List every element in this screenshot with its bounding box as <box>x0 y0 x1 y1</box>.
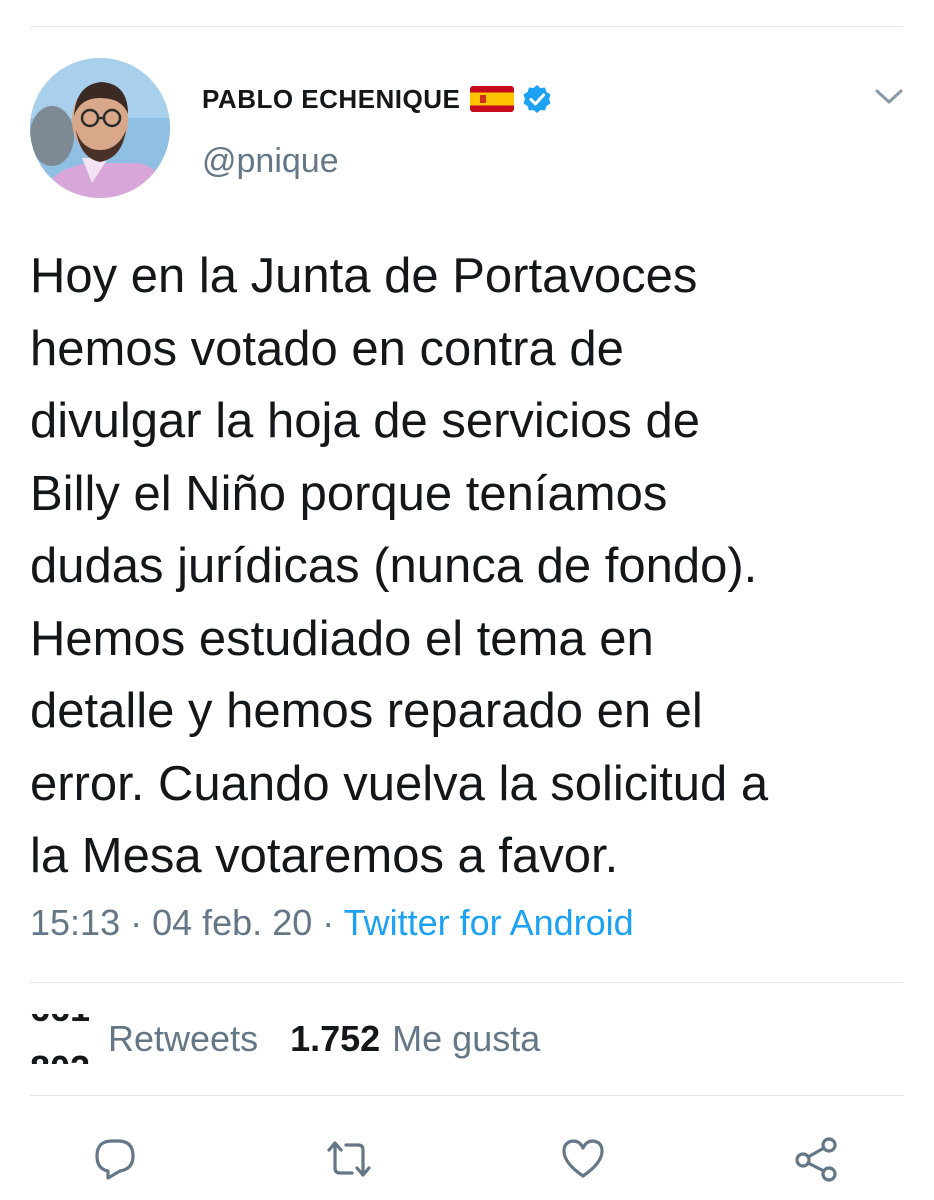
tweet-meta: 15:13 · 04 feb. 20 · Twitter for Android <box>30 902 634 944</box>
retweet-icon[interactable] <box>326 1136 372 1182</box>
tweet-stats: 661 802 Retweets 1.752 Me gusta <box>30 1014 540 1064</box>
meta-separator: · <box>120 902 153 943</box>
author-name-row[interactable]: PABLO ECHENIQUE <box>202 82 552 116</box>
tweet-text: Hoy en la Junta de Portavoces hemos vota… <box>30 249 769 883</box>
tweet-time[interactable]: 15:13 <box>30 902 120 943</box>
retweets-count-next: 802 <box>30 1048 90 1064</box>
stats-bottom-divider <box>30 1095 904 1096</box>
tweet-source-link[interactable]: Twitter for Android <box>344 902 634 943</box>
author-handle[interactable]: @pnique <box>202 142 339 181</box>
likes-count[interactable]: 1.752 <box>290 1018 380 1060</box>
stats-top-divider <box>30 982 904 983</box>
likes-label[interactable]: Me gusta <box>392 1018 540 1060</box>
heart-icon[interactable] <box>560 1136 606 1182</box>
author-display-name[interactable]: PABLO ECHENIQUE <box>202 84 460 115</box>
retweets-count[interactable]: 661 802 <box>30 1014 98 1064</box>
avatar[interactable] <box>30 58 170 198</box>
verified-badge-icon <box>522 84 552 114</box>
retweets-label[interactable]: Retweets <box>108 1018 258 1060</box>
retweets-count-previous: 661 <box>30 1014 90 1030</box>
spain-flag-icon <box>470 86 515 112</box>
avatar-image <box>30 58 170 198</box>
chevron-down-icon[interactable] <box>874 86 904 108</box>
share-icon[interactable] <box>794 1136 840 1182</box>
reply-icon[interactable] <box>92 1136 138 1182</box>
tweet-date[interactable]: 04 feb. 20 <box>152 902 312 943</box>
meta-separator: · <box>312 902 344 943</box>
top-divider <box>30 26 904 27</box>
